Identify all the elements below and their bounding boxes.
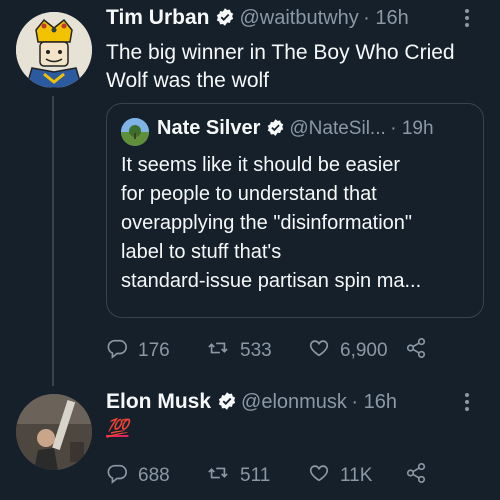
retweet-count: 533: [240, 340, 272, 361]
tweet-text: 💯: [106, 418, 128, 439]
author-handle[interactable]: @waitbutwhy: [239, 7, 358, 29]
author-name[interactable]: Elon Musk: [106, 390, 211, 413]
author-handle[interactable]: @elonmusk: [241, 391, 347, 413]
retweet-icon: [206, 462, 240, 490]
retweet-count: 511: [240, 465, 271, 486]
quote-author-name: Nate Silver: [157, 117, 261, 139]
thread-connector: [52, 96, 54, 386]
verified-icon: [215, 7, 235, 32]
timestamp[interactable]: · 16h: [363, 7, 409, 29]
more-icon[interactable]: [464, 392, 470, 418]
share-icon: [404, 337, 438, 365]
share-icon: [404, 462, 438, 490]
tweet-header: Elon Musk @elonmusk · 16h: [106, 390, 466, 420]
tweet-header: Tim Urban @waitbutwhy · 16h: [106, 6, 486, 36]
quote-text-line: It seems like it should be easier: [121, 154, 401, 176]
like-button[interactable]: 6,900: [308, 337, 404, 365]
like-icon: [308, 462, 340, 490]
avatar-nate-silver: [121, 118, 149, 146]
quote-text-line: for people to understand that: [121, 183, 377, 205]
quote-header: Nate Silver @NateSil... · 19h: [157, 117, 434, 142]
retweet-button[interactable]: 533: [206, 337, 308, 365]
retweet-button[interactable]: 511: [206, 462, 308, 490]
verified-icon: [217, 391, 237, 416]
like-icon: [308, 337, 340, 365]
tweet-actions: 688 511 11K: [106, 462, 438, 490]
tweet-text-line: The big winner in The Boy Who Cried: [106, 41, 455, 64]
timestamp[interactable]: · 16h: [351, 391, 397, 413]
reply-icon: [106, 462, 138, 490]
tweet-text-line: Wolf was the wolf: [106, 69, 270, 92]
author-name[interactable]: Tim Urban: [106, 6, 209, 29]
reply-count: 688: [138, 465, 170, 486]
reply-count: 176: [138, 340, 170, 361]
reply-button[interactable]: 176: [106, 337, 206, 365]
retweet-icon: [206, 337, 240, 365]
reply-button[interactable]: 688: [106, 462, 206, 490]
like-count: 6,900: [340, 340, 388, 361]
like-button[interactable]: 11K: [308, 462, 404, 490]
quote-text-line: label to stuff that's: [121, 241, 282, 263]
like-count: 11K: [340, 465, 373, 486]
avatar-tim-urban[interactable]: [16, 12, 92, 88]
quote-timestamp: · 19h: [390, 118, 434, 139]
quote-text-line: standard-issue partisan spin ma...: [121, 270, 422, 292]
tweet-actions: 176 533 6,900: [106, 337, 438, 365]
tweet-text: The big winner in The Boy Who Cried Wolf…: [106, 39, 491, 95]
share-button[interactable]: [404, 337, 438, 365]
reply-icon: [106, 337, 138, 365]
quoted-tweet[interactable]: Nate Silver @NateSil... · 19h It seems li…: [106, 103, 484, 318]
quote-text-line: overapplying the "disinformation": [121, 212, 413, 234]
quote-handle: @NateSil...: [289, 118, 386, 139]
more-icon[interactable]: [464, 8, 470, 34]
share-button[interactable]: [404, 462, 438, 490]
quote-text: It seems like it should be easier for pe…: [121, 151, 481, 296]
avatar-elon-musk[interactable]: [16, 394, 92, 470]
verified-icon: [266, 118, 285, 142]
hundred-points-emoji: 💯: [106, 418, 129, 438]
